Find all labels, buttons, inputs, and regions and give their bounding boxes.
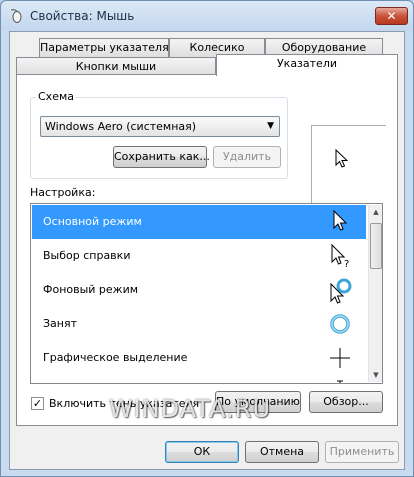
scroll-up-icon[interactable]: ▲ [369,205,382,219]
browse-label: Обзор... [323,395,369,408]
scheme-group: Схема Windows Aero (системная) ▼ Сохрани… [30,90,288,179]
tab-label: Кнопки мыши [75,60,157,73]
cancel-button[interactable]: Отмена [245,441,319,463]
save-as-label: Сохранить как... [114,150,210,163]
list-item-label: Выбор справки [43,249,131,262]
busy-cursor-icon [330,314,350,334]
vertical-scrollbar[interactable]: ▲ ▼ [368,205,382,382]
cursor-preview [311,125,386,203]
tab-label: Оборудование [281,41,367,54]
apply-label: Применить [329,445,395,458]
title-bar[interactable]: Свойства: Мышь ✕ [1,1,413,31]
apply-button[interactable]: Применить [325,441,399,463]
tab-pointer-options[interactable]: Параметры указателя [39,38,169,57]
list-item[interactable]: Основной режим [32,205,366,239]
chevron-down-icon: ▼ [267,121,274,131]
watermark: WINDATA.RU [109,395,272,423]
list-item[interactable]: Фоновый режим [32,273,366,307]
delete-label: Удалить [222,150,272,163]
tab-pointers[interactable]: Указатели [216,54,398,76]
svg-text:?: ? [344,259,349,270]
customize-label: Настройка: [30,186,96,199]
scroll-down-icon[interactable]: ▼ [369,368,382,382]
arrow-cursor-preview-icon [335,149,349,168]
list-item[interactable] [32,375,366,383]
working-in-background-cursor-icon [330,278,352,304]
close-button[interactable]: ✕ [375,7,408,25]
scheme-dropdown[interactable]: Windows Aero (системная) ▼ [40,116,280,137]
scheme-group-label: Схема [36,90,76,103]
scrollbar-thumb[interactable] [370,223,382,269]
list-item[interactable]: Выбор справки ? [32,239,366,273]
list-item[interactable]: Занят [32,307,366,341]
close-icon: ✕ [386,9,397,23]
scheme-selected-value: Windows Aero (системная) [45,120,197,133]
mouse-icon [10,9,22,23]
arrow-cursor-icon [333,209,348,231]
list-item[interactable]: Графическое выделение [32,341,366,375]
tab-label: Указатели [276,57,338,70]
cancel-label: Отмена [259,445,305,458]
pointers-tab-panel: Схема Windows Aero (системная) ▼ Сохрани… [16,74,398,426]
list-item-label: Фоновый режим [43,283,139,296]
mouse-properties-window: Свойства: Мышь ✕ Параметры указателя Кол… [0,0,414,477]
list-item-label: Основной режим [43,215,142,228]
checkmark-icon: ✓ [32,397,43,410]
pointer-shadow-checkbox[interactable]: ✓ [31,397,44,410]
cursor-list[interactable]: Основной режим Выбор справки ? Фоновый р… [30,203,383,384]
list-item-label: Графическое выделение [43,351,188,364]
save-as-button[interactable]: Сохранить как... [113,146,210,168]
list-item-label: Занят [43,317,78,330]
ok-button[interactable]: ОК [165,441,239,463]
tab-label: Параметры указателя [40,41,169,54]
browse-button[interactable]: Обзор... [309,391,383,413]
delete-button[interactable]: Удалить [213,146,281,168]
text-select-cursor-icon [337,380,343,383]
window-title: Свойства: Мышь [30,9,135,23]
ok-label: ОК [193,445,211,458]
precision-select-cursor-icon [330,348,350,368]
tab-label: Колесико [189,41,245,54]
help-cursor-icon: ? [331,243,349,270]
